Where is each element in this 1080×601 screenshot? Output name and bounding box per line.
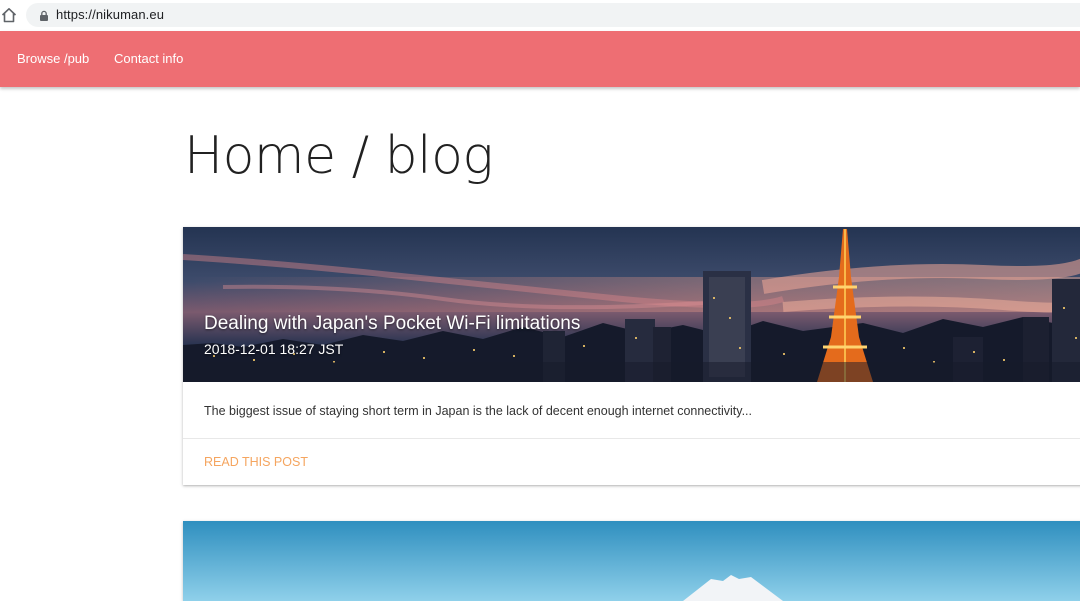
nav-link-contact-info[interactable]: Contact info (114, 51, 183, 66)
home-icon[interactable] (0, 6, 18, 24)
card-divider (183, 438, 1080, 439)
nav-link-browse-pub[interactable]: Browse /pub (17, 51, 89, 66)
url-field[interactable]: https://nikuman.eu (26, 3, 1080, 27)
top-navbar: Browse /pub Contact info (0, 31, 1080, 87)
post-image-tokyo-skyline[interactable]: Dealing with Japan's Pocket Wi-Fi limita… (183, 227, 1080, 382)
page-title: Home / blog (184, 126, 494, 186)
lock-icon (38, 9, 50, 21)
post-image-mountain[interactable] (183, 521, 1080, 601)
post-title[interactable]: Dealing with Japan's Pocket Wi-Fi limita… (204, 313, 580, 335)
url-text: https://nikuman.eu (56, 7, 165, 22)
browser-address-bar: https://nikuman.eu (0, 0, 1080, 31)
post-card: Dealing with Japan's Pocket Wi-Fi limita… (183, 227, 1080, 485)
post-date: 2018-12-01 18:27 JST (204, 341, 344, 357)
read-post-link[interactable]: READ THIS POST (204, 455, 308, 469)
post-excerpt: The biggest issue of staying short term … (204, 404, 752, 418)
post-card-next (183, 521, 1080, 601)
